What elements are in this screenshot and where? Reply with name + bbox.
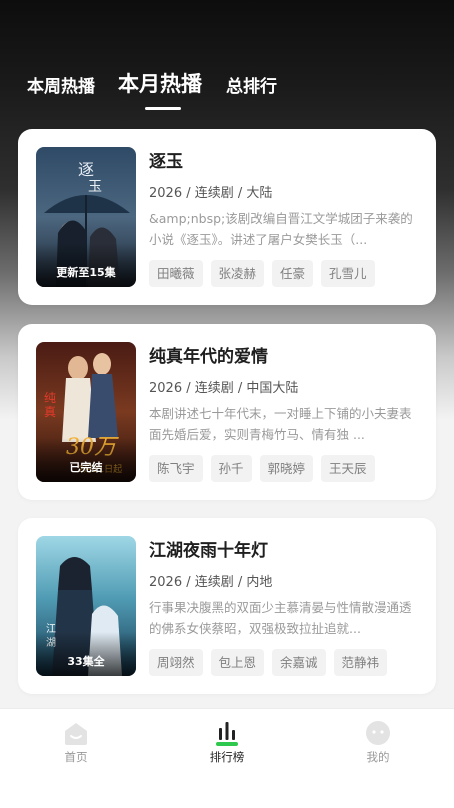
drama-meta: 2026 / 连续剧 / 中国大陆 bbox=[149, 381, 299, 396]
drama-card[interactable]: 纯 真 30万 2月21日起 已完结 纯真年代的爱情 2026 / 连续剧 / … bbox=[18, 324, 436, 500]
episode-badge: 33集全 bbox=[67, 655, 105, 668]
cast-tag[interactable]: 范静祎 bbox=[333, 649, 388, 676]
home-icon bbox=[65, 723, 87, 745]
cast-tags: 陈飞宇 孙千 郭晓婷 王天辰 bbox=[149, 455, 375, 482]
tab-weekly[interactable]: 本周热播 bbox=[27, 72, 95, 97]
cast-tag[interactable]: 孔雪儿 bbox=[321, 260, 375, 287]
ranking-tabs: 本周热播 本月热播 总排行 bbox=[0, 62, 454, 116]
cast-tag[interactable]: 田曦薇 bbox=[149, 260, 203, 287]
cast-tag[interactable]: 张凌赫 bbox=[210, 260, 265, 287]
nav-label-profile: 我的 bbox=[366, 750, 390, 764]
drama-meta: 2026 / 连续剧 / 大陆 bbox=[149, 186, 273, 201]
drama-meta: 2026 / 连续剧 / 内地 bbox=[149, 575, 273, 590]
drama-title[interactable]: 纯真年代的爱情 bbox=[149, 342, 268, 367]
cast-tag[interactable]: 任豪 bbox=[272, 260, 314, 287]
nav-label-home: 首页 bbox=[64, 750, 88, 764]
cast-tag[interactable]: 余嘉诚 bbox=[272, 649, 326, 676]
episode-badge: 更新至15集 bbox=[56, 266, 116, 279]
nav-profile[interactable]: 我的 bbox=[338, 709, 418, 779]
bottom-nav: 首页 排行榜 我的 bbox=[0, 708, 454, 808]
tab-monthly[interactable]: 本月热播 bbox=[118, 68, 202, 98]
drama-card[interactable]: 江 湖 33集全 江湖夜雨十年灯 2026 / 连续剧 / 内地 行事果决腹黑的… bbox=[18, 518, 436, 694]
tab-overall[interactable]: 总排行 bbox=[226, 72, 277, 97]
drama-description: &amp;nbsp;该剧改编自晋江文学城团子来袭的小说《逐玉》。讲述了屠户女樊长… bbox=[149, 211, 413, 247]
drama-poster[interactable]: 江 湖 33集全 bbox=[36, 536, 136, 676]
drama-poster[interactable]: 纯 真 30万 2月21日起 已完结 bbox=[36, 342, 136, 482]
svg-text:逐: 逐 bbox=[78, 160, 94, 179]
cast-tags: 周翊然 包上恩 余嘉诚 范静祎 bbox=[149, 649, 388, 676]
drama-description: 本剧讲述七十年代末，一对睡上下铺的小夫妻表面先婚后爱，实则青梅竹马、情有独 ..… bbox=[149, 406, 412, 442]
episode-badge: 已完结 bbox=[69, 461, 103, 474]
drama-poster[interactable]: 逐 玉 更新至15集 bbox=[36, 147, 136, 287]
nav-label-ranking: 排行榜 bbox=[209, 750, 245, 764]
svg-text:真: 真 bbox=[44, 405, 56, 419]
cast-tag[interactable]: 包上恩 bbox=[210, 649, 265, 676]
profile-icon bbox=[366, 721, 390, 745]
cast-tags: 田曦薇 张凌赫 任豪 孔雪儿 bbox=[149, 260, 375, 287]
cast-tag[interactable]: 王天辰 bbox=[321, 455, 375, 482]
nav-home[interactable]: 首页 bbox=[36, 709, 116, 779]
ranking-icon bbox=[216, 722, 238, 746]
active-tab-indicator bbox=[145, 107, 181, 110]
svg-text:玉: 玉 bbox=[88, 179, 102, 195]
drama-title[interactable]: 逐玉 bbox=[149, 147, 183, 172]
svg-text:纯: 纯 bbox=[44, 391, 56, 405]
cast-tag[interactable]: 周翊然 bbox=[149, 649, 203, 676]
cast-tag[interactable]: 孙千 bbox=[210, 455, 252, 482]
cast-tag[interactable]: 郭晓婷 bbox=[259, 455, 314, 482]
drama-card[interactable]: 逐 玉 更新至15集 逐玉 2026 / 连续剧 / 大陆 &amp;nbsp;… bbox=[18, 129, 436, 305]
drama-description: 行事果决腹黑的双面少主慕清晏与性情散漫通透的佛系女侠蔡昭，双强极致拉扯追就... bbox=[149, 600, 412, 636]
drama-title[interactable]: 江湖夜雨十年灯 bbox=[149, 536, 268, 561]
nav-ranking[interactable]: 排行榜 bbox=[187, 709, 267, 779]
cast-tag[interactable]: 陈飞宇 bbox=[149, 455, 203, 482]
